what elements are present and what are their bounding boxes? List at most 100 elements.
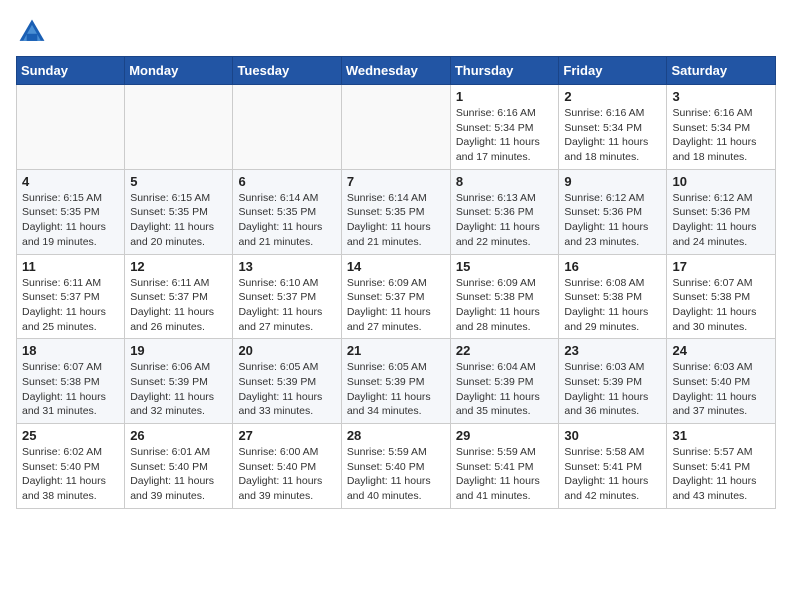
day-number: 2 <box>564 89 661 104</box>
day-info: Sunrise: 5:57 AMSunset: 5:41 PMDaylight:… <box>672 445 770 504</box>
day-info: Sunrise: 6:15 AMSunset: 5:35 PMDaylight:… <box>130 191 227 250</box>
day-info: Sunrise: 6:06 AMSunset: 5:39 PMDaylight:… <box>130 360 227 419</box>
calendar-cell: 6 Sunrise: 6:14 AMSunset: 5:35 PMDaylight… <box>233 169 341 254</box>
day-number: 5 <box>130 174 227 189</box>
day-number: 22 <box>456 343 554 358</box>
day-info: Sunrise: 6:15 AMSunset: 5:35 PMDaylight:… <box>22 191 119 250</box>
day-number: 3 <box>672 89 770 104</box>
day-number: 1 <box>456 89 554 104</box>
calendar-week-row: 1 Sunrise: 6:16 AMSunset: 5:34 PMDaylight… <box>17 85 776 170</box>
day-info: Sunrise: 6:12 AMSunset: 5:36 PMDaylight:… <box>564 191 661 250</box>
day-number: 15 <box>456 259 554 274</box>
day-info: Sunrise: 6:09 AMSunset: 5:37 PMDaylight:… <box>347 276 445 335</box>
day-info: Sunrise: 6:13 AMSunset: 5:36 PMDaylight:… <box>456 191 554 250</box>
weekday-header: Wednesday <box>341 57 450 85</box>
day-number: 25 <box>22 428 119 443</box>
calendar-cell: 17 Sunrise: 6:07 AMSunset: 5:38 PMDayligh… <box>667 254 776 339</box>
day-info: Sunrise: 6:16 AMSunset: 5:34 PMDaylight:… <box>564 106 661 165</box>
calendar-cell <box>233 85 341 170</box>
calendar-cell: 16Sunrise: 6:08 AMSunset: 5:38 PMDayligh… <box>559 254 667 339</box>
day-info: Sunrise: 6:02 AMSunset: 5:40 PMDaylight:… <box>22 445 119 504</box>
day-info: Sunrise: 6:16 AMSunset: 5:34 PMDaylight:… <box>456 106 554 165</box>
calendar-cell: 13 Sunrise: 6:10 AMSunset: 5:37 PMDayligh… <box>233 254 341 339</box>
calendar-cell: 21 Sunrise: 6:05 AMSunset: 5:39 PMDayligh… <box>341 339 450 424</box>
day-number: 17 <box>672 259 770 274</box>
day-number: 28 <box>347 428 445 443</box>
calendar-cell: 18 Sunrise: 6:07 AMSunset: 5:38 PMDayligh… <box>17 339 125 424</box>
weekday-header: Saturday <box>667 57 776 85</box>
calendar-table: SundayMondayTuesdayWednesdayThursdayFrid… <box>16 56 776 509</box>
day-info: Sunrise: 6:05 AMSunset: 5:39 PMDaylight:… <box>238 360 335 419</box>
calendar-cell <box>341 85 450 170</box>
calendar-cell: 29 Sunrise: 5:59 AMSunset: 5:41 PMDayligh… <box>450 424 559 509</box>
day-info: Sunrise: 6:09 AMSunset: 5:38 PMDaylight:… <box>456 276 554 335</box>
calendar-header-row: SundayMondayTuesdayWednesdayThursdayFrid… <box>17 57 776 85</box>
day-number: 16 <box>564 259 661 274</box>
calendar-cell: 24 Sunrise: 6:03 AMSunset: 5:40 PMDayligh… <box>667 339 776 424</box>
day-number: 26 <box>130 428 227 443</box>
day-number: 27 <box>238 428 335 443</box>
calendar-cell: 20 Sunrise: 6:05 AMSunset: 5:39 PMDayligh… <box>233 339 341 424</box>
day-number: 31 <box>672 428 770 443</box>
day-info: Sunrise: 6:07 AMSunset: 5:38 PMDaylight:… <box>22 360 119 419</box>
calendar-cell: 10Sunrise: 6:12 AMSunset: 5:36 PMDayligh… <box>667 169 776 254</box>
calendar-cell: 7 Sunrise: 6:14 AMSunset: 5:35 PMDaylight… <box>341 169 450 254</box>
day-info: Sunrise: 6:14 AMSunset: 5:35 PMDaylight:… <box>238 191 335 250</box>
day-number: 19 <box>130 343 227 358</box>
calendar-cell: 11Sunrise: 6:11 AMSunset: 5:37 PMDayligh… <box>17 254 125 339</box>
day-number: 7 <box>347 174 445 189</box>
day-info: Sunrise: 6:03 AMSunset: 5:39 PMDaylight:… <box>564 360 661 419</box>
day-number: 30 <box>564 428 661 443</box>
calendar-cell: 12Sunrise: 6:11 AMSunset: 5:37 PMDayligh… <box>125 254 233 339</box>
calendar-cell: 3Sunrise: 6:16 AMSunset: 5:34 PMDaylight… <box>667 85 776 170</box>
calendar-cell <box>17 85 125 170</box>
calendar-week-row: 11 Sunrise: 6:11 AMSunset: 5:37 PMDayligh… <box>17 254 776 339</box>
day-info: Sunrise: 6:14 AMSunset: 5:35 PMDaylight:… <box>347 191 445 250</box>
page-header <box>16 16 776 48</box>
calendar-cell: 8 Sunrise: 6:13 AMSunset: 5:36 PMDaylight… <box>450 169 559 254</box>
day-info: Sunrise: 6:07 AMSunset: 5:38 PMDaylight:… <box>672 276 770 335</box>
day-number: 9 <box>564 174 661 189</box>
day-number: 18 <box>22 343 119 358</box>
calendar-cell: 14 Sunrise: 6:09 AMSunset: 5:37 PMDayligh… <box>341 254 450 339</box>
weekday-header: Thursday <box>450 57 559 85</box>
weekday-header: Friday <box>559 57 667 85</box>
weekday-header: Sunday <box>17 57 125 85</box>
calendar-cell: 1 Sunrise: 6:16 AMSunset: 5:34 PMDaylight… <box>450 85 559 170</box>
calendar-cell <box>125 85 233 170</box>
day-number: 8 <box>456 174 554 189</box>
day-info: Sunrise: 6:00 AMSunset: 5:40 PMDaylight:… <box>238 445 335 504</box>
day-info: Sunrise: 6:04 AMSunset: 5:39 PMDaylight:… <box>456 360 554 419</box>
day-info: Sunrise: 6:05 AMSunset: 5:39 PMDaylight:… <box>347 360 445 419</box>
day-number: 24 <box>672 343 770 358</box>
day-number: 13 <box>238 259 335 274</box>
logo-icon <box>16 16 48 48</box>
calendar-cell: 2 Sunrise: 6:16 AMSunset: 5:34 PMDaylight… <box>559 85 667 170</box>
calendar-cell: 30Sunrise: 5:58 AMSunset: 5:41 PMDayligh… <box>559 424 667 509</box>
day-info: Sunrise: 6:03 AMSunset: 5:40 PMDaylight:… <box>672 360 770 419</box>
day-number: 4 <box>22 174 119 189</box>
day-number: 6 <box>238 174 335 189</box>
day-info: Sunrise: 6:11 AMSunset: 5:37 PMDaylight:… <box>130 276 227 335</box>
calendar-week-row: 18 Sunrise: 6:07 AMSunset: 5:38 PMDayligh… <box>17 339 776 424</box>
day-number: 23 <box>564 343 661 358</box>
calendar-cell: 26 Sunrise: 6:01 AMSunset: 5:40 PMDayligh… <box>125 424 233 509</box>
calendar-cell: 22 Sunrise: 6:04 AMSunset: 5:39 PMDayligh… <box>450 339 559 424</box>
calendar-cell: 9 Sunrise: 6:12 AMSunset: 5:36 PMDaylight… <box>559 169 667 254</box>
weekday-header: Tuesday <box>233 57 341 85</box>
day-number: 14 <box>347 259 445 274</box>
day-number: 20 <box>238 343 335 358</box>
calendar-cell: 25 Sunrise: 6:02 AMSunset: 5:40 PMDayligh… <box>17 424 125 509</box>
weekday-header: Monday <box>125 57 233 85</box>
day-number: 21 <box>347 343 445 358</box>
day-info: Sunrise: 6:12 AMSunset: 5:36 PMDaylight:… <box>672 191 770 250</box>
calendar-cell: 15 Sunrise: 6:09 AMSunset: 5:38 PMDayligh… <box>450 254 559 339</box>
day-info: Sunrise: 5:59 AMSunset: 5:41 PMDaylight:… <box>456 445 554 504</box>
day-info: Sunrise: 6:01 AMSunset: 5:40 PMDaylight:… <box>130 445 227 504</box>
calendar-week-row: 4 Sunrise: 6:15 AMSunset: 5:35 PMDaylight… <box>17 169 776 254</box>
calendar-cell: 5 Sunrise: 6:15 AMSunset: 5:35 PMDaylight… <box>125 169 233 254</box>
logo <box>16 16 52 48</box>
day-number: 29 <box>456 428 554 443</box>
day-info: Sunrise: 6:10 AMSunset: 5:37 PMDaylight:… <box>238 276 335 335</box>
day-number: 11 <box>22 259 119 274</box>
